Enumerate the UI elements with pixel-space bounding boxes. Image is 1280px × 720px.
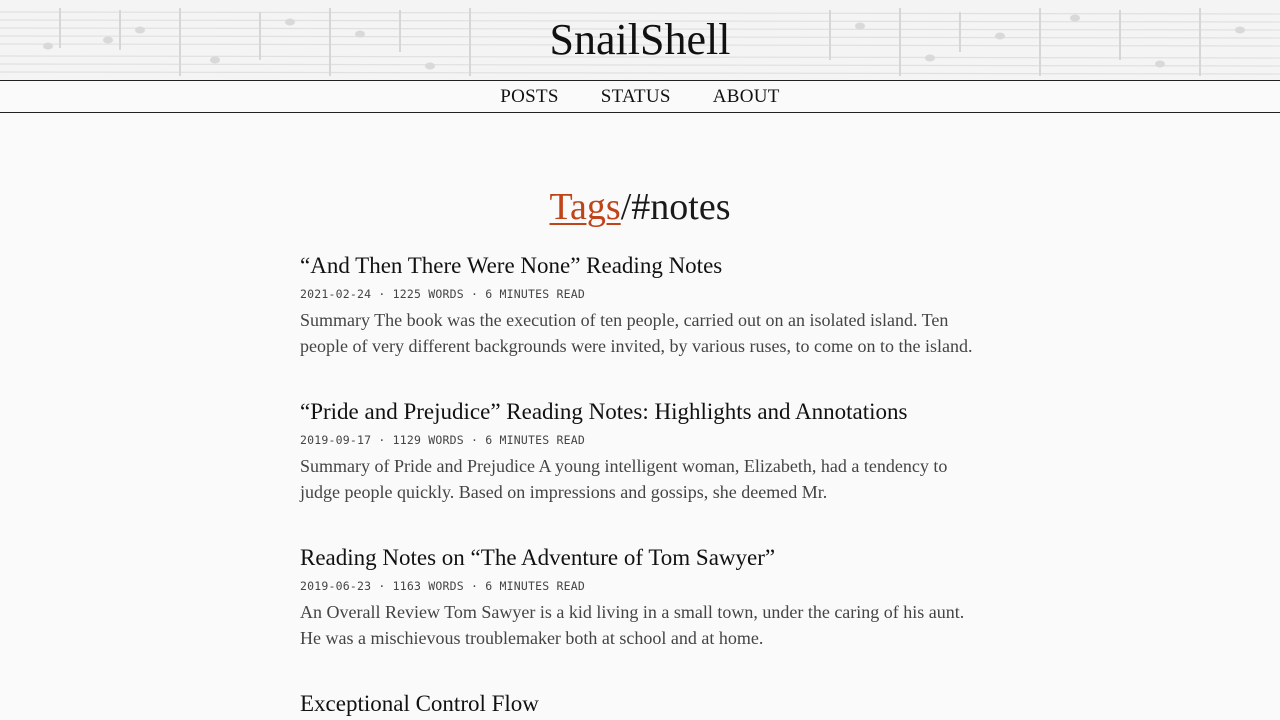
main-nav: POSTS STATUS ABOUT xyxy=(0,80,1280,113)
post-summary: Summary of Pride and Prejudice A young i… xyxy=(300,456,948,502)
post-item: “Pride and Prejudice” Reading Notes: Hig… xyxy=(300,397,980,505)
heading-separator: / xyxy=(620,186,632,228)
site-title-link[interactable]: SnailShell xyxy=(0,14,1280,66)
post-meta: 2019-06-23 · 1163 WORDS · 6 MINUTES READ xyxy=(300,579,585,593)
post-summary: Summary The book was the execution of te… xyxy=(300,310,973,356)
post-item: Reading Notes on “The Adventure of Tom S… xyxy=(300,543,980,651)
nav-status[interactable]: STATUS xyxy=(601,86,671,108)
post-title-link[interactable]: “And Then There Were None” Reading Notes xyxy=(300,251,980,281)
post-meta: 2021-02-24 · 1225 WORDS · 6 MINUTES READ xyxy=(300,287,585,301)
nav-posts[interactable]: POSTS xyxy=(500,86,559,108)
page-title: Tags/#notes xyxy=(300,185,980,229)
post-title-link[interactable]: “Pride and Prejudice” Reading Notes: Hig… xyxy=(300,397,980,427)
site-header: SnailShell xyxy=(0,0,1280,80)
post-item: “And Then There Were None” Reading Notes… xyxy=(300,251,980,359)
post-summary: An Overall Review Tom Sawyer is a kid li… xyxy=(300,602,965,648)
main-content: Tags/#notes “And Then There Were None” R… xyxy=(300,113,980,719)
post-item: Exceptional Control Flow xyxy=(300,689,980,719)
tags-link[interactable]: Tags xyxy=(550,186,621,228)
post-title-link[interactable]: Reading Notes on “The Adventure of Tom S… xyxy=(300,543,980,573)
tag-name: #notes xyxy=(631,186,731,228)
post-meta: 2019-09-17 · 1129 WORDS · 6 MINUTES READ xyxy=(300,433,585,447)
nav-about[interactable]: ABOUT xyxy=(713,86,780,108)
post-title-link[interactable]: Exceptional Control Flow xyxy=(300,689,980,719)
